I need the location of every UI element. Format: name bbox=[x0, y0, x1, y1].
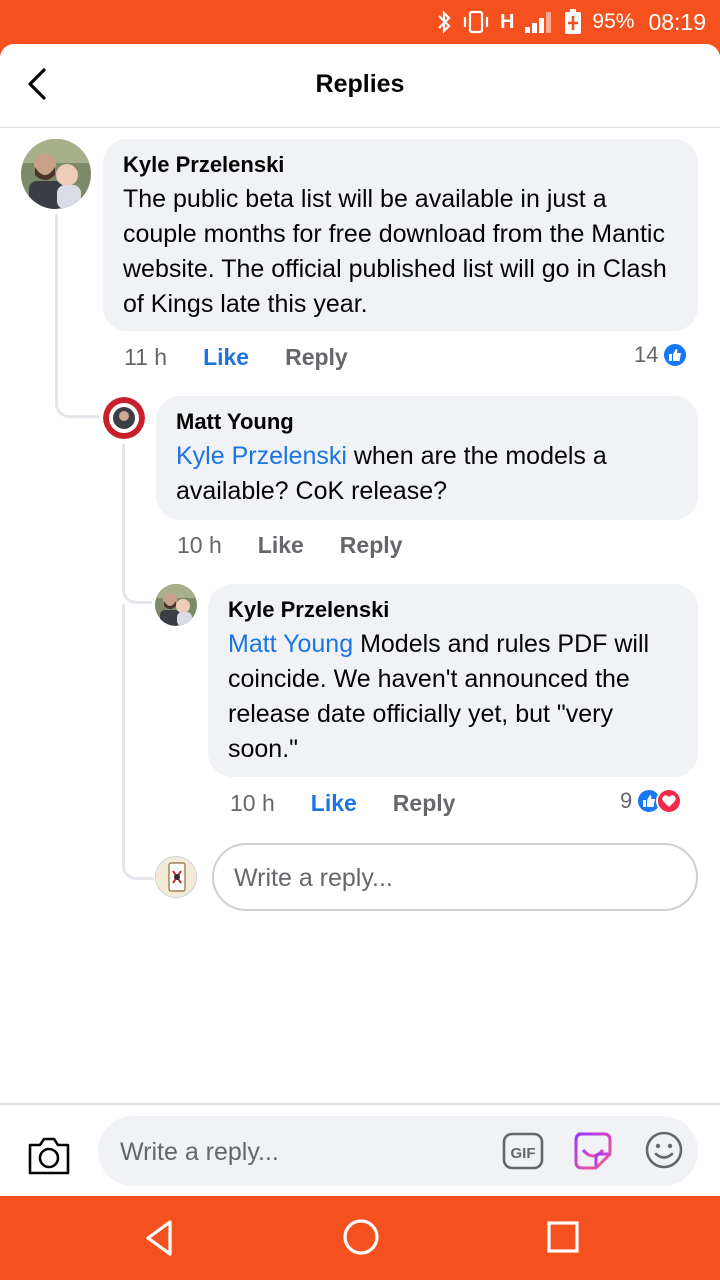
bluetooth-icon bbox=[438, 10, 451, 34]
reaction-summary[interactable]: 9 bbox=[620, 788, 683, 814]
vibrate-icon bbox=[463, 10, 489, 34]
avatar[interactable] bbox=[155, 584, 197, 626]
like-button[interactable]: Like bbox=[203, 344, 249, 371]
status-bar: H 95% 08:19 bbox=[0, 0, 720, 44]
avatar bbox=[155, 856, 197, 898]
comment-actions: 10 h Like Reply bbox=[177, 532, 438, 559]
comment-author[interactable]: Matt Young bbox=[176, 408, 678, 436]
inline-reply-input[interactable]: Write a reply... bbox=[212, 843, 698, 911]
comment-author[interactable]: Kyle Przelenski bbox=[228, 596, 678, 624]
camera-icon[interactable] bbox=[26, 1133, 72, 1177]
comment-bubble[interactable]: Matt Young Kyle Przelenski when are the … bbox=[156, 396, 698, 520]
reply-composer: Write a reply... GIF bbox=[0, 1103, 720, 1196]
comment-author[interactable]: Kyle Przelenski bbox=[123, 151, 678, 179]
gif-icon[interactable]: GIF bbox=[502, 1132, 544, 1170]
emoji-icon[interactable] bbox=[644, 1130, 684, 1170]
nav-recents-icon[interactable] bbox=[544, 1216, 582, 1258]
page-title: Replies bbox=[315, 70, 405, 98]
thread-connector bbox=[122, 604, 154, 880]
sticker-icon[interactable] bbox=[572, 1130, 614, 1172]
comment-time: 10 h bbox=[177, 532, 222, 558]
thread-connector bbox=[55, 214, 99, 418]
network-type: H bbox=[499, 10, 515, 33]
comment-text: Kyle Przelenski when are the models a av… bbox=[176, 439, 678, 509]
battery-charging-icon bbox=[565, 9, 582, 34]
system-nav-bar bbox=[0, 1196, 720, 1280]
love-reaction-icon bbox=[656, 788, 683, 814]
reply-button[interactable]: Reply bbox=[285, 344, 348, 371]
gif-label: GIF bbox=[511, 1145, 536, 1162]
comment-bubble[interactable]: Kyle Przelenski The public beta list wil… bbox=[103, 139, 698, 331]
comment-text: The public beta list will be available i… bbox=[123, 182, 678, 322]
comment-time: 10 h bbox=[230, 790, 275, 816]
nav-back-icon[interactable] bbox=[140, 1216, 180, 1260]
comment-time: 11 h bbox=[124, 344, 168, 370]
replies-sheet: Replies Kyle Przelenski The public beta … bbox=[0, 44, 720, 1196]
like-button[interactable]: Like bbox=[311, 790, 357, 817]
reply-button[interactable]: Reply bbox=[393, 790, 456, 817]
header: Replies bbox=[0, 44, 720, 128]
thread-connector bbox=[122, 444, 152, 604]
clock: 08:19 bbox=[648, 8, 706, 35]
reaction-count: 14 bbox=[634, 342, 659, 367]
comment-bubble[interactable]: Kyle Przelenski Matt Young Models and ru… bbox=[208, 584, 698, 777]
mention-link[interactable]: Matt Young bbox=[228, 630, 353, 658]
signal-icon bbox=[525, 12, 552, 33]
reply-input-placeholder: Write a reply... bbox=[120, 1138, 279, 1166]
like-reaction-icon bbox=[662, 342, 689, 368]
reply-button[interactable]: Reply bbox=[340, 532, 403, 559]
nav-home-icon[interactable] bbox=[340, 1216, 382, 1258]
inline-reply-placeholder: Write a reply... bbox=[234, 864, 393, 892]
comment-actions: 11 h Like Reply bbox=[124, 344, 384, 371]
avatar[interactable] bbox=[103, 397, 145, 439]
mention-link[interactable]: Kyle Przelenski bbox=[176, 442, 347, 470]
reaction-count: 9 bbox=[620, 788, 633, 813]
avatar[interactable] bbox=[21, 139, 91, 209]
battery-level: 95% bbox=[592, 10, 635, 33]
reply-input[interactable]: Write a reply... GIF bbox=[98, 1116, 698, 1186]
reaction-summary[interactable]: 14 bbox=[634, 342, 689, 368]
comment-actions: 10 h Like Reply bbox=[230, 790, 491, 817]
comment-text: Matt Young Models and rules PDF will coi… bbox=[228, 627, 678, 767]
like-button[interactable]: Like bbox=[258, 532, 304, 559]
comment-body: The public beta list will be available i… bbox=[123, 185, 667, 318]
